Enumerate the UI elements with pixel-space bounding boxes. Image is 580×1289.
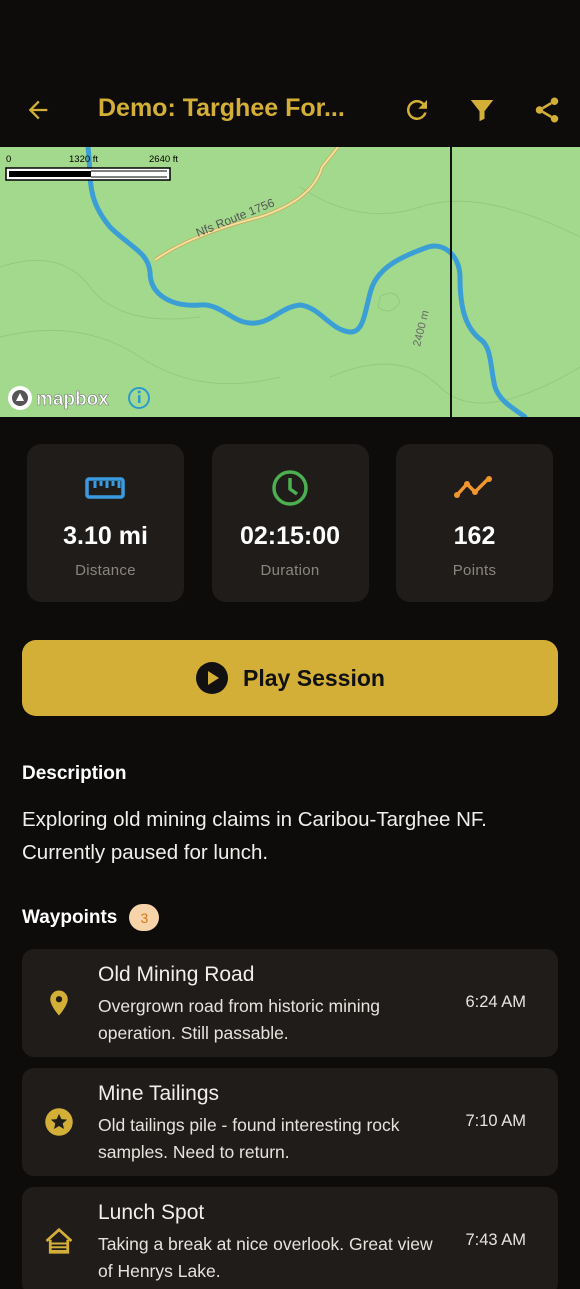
scale-label-0: 0 (6, 154, 11, 165)
waypoint-time: 7:43 AM (465, 1231, 526, 1249)
waypoint-description: Overgrown road from historic mining oper… (98, 996, 381, 1043)
waypoints-title: Waypoints (22, 906, 118, 928)
mapbox-logo: mapbox (8, 386, 110, 410)
map-view[interactable]: 0 1320 ft 2640 ft Nfs Route 1756 2400 m … (0, 147, 580, 417)
description-text: Exploring old mining claims in Caribou-T… (22, 808, 487, 864)
waypoint-item[interactable]: Lunch Spot Taking a break at nice overlo… (22, 1187, 558, 1289)
waypoint-count-badge: 3 (129, 904, 160, 931)
play-session-button[interactable]: Play Session (22, 640, 558, 716)
filter-icon[interactable] (467, 95, 497, 125)
waypoints-heading: Waypoints 3 (22, 904, 160, 931)
waypoint-name: Mine Tailings (98, 1082, 220, 1105)
waypoint-time: 6:24 AM (465, 993, 526, 1011)
duration-label: Duration (260, 562, 320, 579)
play-session-label: Play Session (243, 664, 385, 691)
svg-text:mapbox: mapbox (36, 389, 109, 410)
clock-icon (271, 470, 308, 506)
play-circle-icon (196, 662, 229, 694)
waypoint-time: 7:10 AM (465, 1112, 526, 1130)
duration-value: 02:15:00 (239, 522, 341, 550)
cabin-icon (45, 1227, 73, 1254)
page-title: Demo: Targhee For... (98, 94, 345, 122)
stat-distance: 3.10 mi Distance (27, 444, 184, 602)
waypoint-description: Taking a break at nice overlook. Great v… (98, 1234, 433, 1281)
distance-label: Distance (75, 562, 136, 579)
scale-label-1: 1320 ft (69, 154, 98, 165)
waypoint-item[interactable]: Old Mining Road Overgrown road from hist… (22, 949, 558, 1057)
location-pin-icon (50, 990, 68, 1016)
waypoint-name: Old Mining Road (98, 963, 255, 986)
waypoint-name: Lunch Spot (98, 1201, 205, 1224)
star-circle-icon (45, 1108, 73, 1136)
stats-row: 3.10 mi Distance 02:15:00 Duration 162 P… (27, 444, 553, 602)
description-heading: Description (22, 763, 127, 784)
trend-line-icon (454, 476, 492, 498)
share-icon[interactable] (532, 95, 562, 125)
waypoint-description: Old tailings pile - found interesting ro… (98, 1115, 400, 1162)
waypoint-item[interactable]: Mine Tailings Old tailings pile - found … (22, 1068, 558, 1176)
ruler-icon (85, 477, 125, 499)
app-bar: Demo: Targhee For... (0, 78, 580, 142)
scale-label-2: 2640 ft (149, 154, 178, 165)
stat-points: 162 Points (396, 444, 553, 602)
refresh-icon[interactable] (402, 95, 432, 125)
points-label: Points (452, 562, 497, 579)
distance-value: 3.10 mi (63, 522, 148, 550)
arrow-back-icon[interactable] (24, 96, 52, 124)
stat-duration: 02:15:00 Duration (211, 444, 369, 602)
points-value: 162 (453, 522, 496, 550)
